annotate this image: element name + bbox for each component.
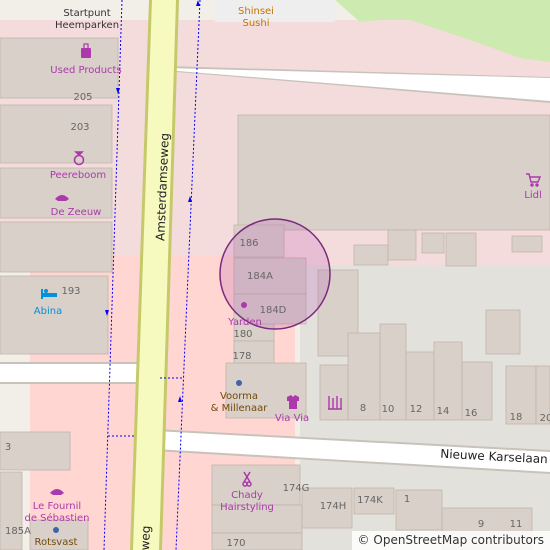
- house-number: 12: [410, 404, 423, 415]
- house-number: 174G: [283, 483, 310, 494]
- poi-label-shinsei[interactable]: Shinsei Sushi: [238, 6, 274, 29]
- building: [387, 229, 417, 261]
- poi-label-abina[interactable]: Abina: [34, 306, 62, 317]
- house-number: 174K: [357, 495, 383, 506]
- house-number: 8: [360, 403, 366, 414]
- house-number: 3: [5, 442, 11, 453]
- map-canvas[interactable]: Amsterdamseweg weg Nieuwe Karselaan 205 …: [0, 0, 550, 550]
- building: [0, 471, 23, 550]
- attribution-link[interactable]: OpenStreetMap contributors: [373, 533, 544, 547]
- map-attribution[interactable]: © OpenStreetMap contributors: [351, 531, 550, 550]
- poi-label-via-via[interactable]: Via Via: [275, 413, 309, 424]
- building: [237, 114, 550, 231]
- house-number: 184A: [247, 271, 273, 282]
- street-label-amsterdamseweg-bottom: weg: [138, 525, 153, 550]
- house-number: 10: [382, 404, 395, 415]
- parking-area: [215, 0, 335, 22]
- poi-label-le-fournil[interactable]: Le Fournil de Sébastien: [24, 501, 89, 524]
- house-number: 20: [540, 413, 550, 424]
- house-number: 9: [478, 519, 484, 530]
- house-number: 170: [226, 538, 245, 549]
- oneway-arrow: [196, 0, 200, 6]
- house-number: 18: [510, 412, 523, 423]
- house-number: 16: [465, 408, 478, 419]
- poi-label-rotsvast[interactable]: Rotsvast: [35, 537, 78, 548]
- building: [319, 364, 349, 421]
- house-number: 180: [233, 329, 252, 340]
- house-number: 185A: [5, 526, 31, 537]
- building: [485, 309, 521, 355]
- building: [511, 235, 543, 253]
- poi-label-used-products[interactable]: Used Products: [50, 65, 121, 76]
- house-number: 184D: [260, 305, 287, 316]
- shop-dot-icon[interactable]: [241, 302, 247, 308]
- house-number: 203: [70, 122, 89, 133]
- house-number: 14: [437, 406, 450, 417]
- office-dot-icon[interactable]: [53, 527, 59, 533]
- house-number: 1: [404, 494, 410, 505]
- poi-label-lidl[interactable]: Lidl: [524, 190, 541, 201]
- poi-label-yarden[interactable]: Yarden: [227, 317, 262, 328]
- building: [353, 244, 389, 266]
- house-number: 205: [73, 92, 92, 103]
- office-dot-icon[interactable]: [236, 380, 242, 386]
- poi-label-startpunt[interactable]: Startpunt Heemparken: [55, 8, 119, 31]
- building: [421, 232, 445, 254]
- house-number: 11: [510, 519, 523, 530]
- building: [445, 232, 477, 267]
- poi-label-de-zeeuw[interactable]: De Zeeuw: [51, 207, 102, 218]
- house-number: 174H: [320, 501, 347, 512]
- building: [0, 221, 113, 273]
- house-number: 178: [232, 351, 251, 362]
- minor-road: [0, 364, 140, 382]
- poi-label-peereboom[interactable]: Peereboom: [50, 170, 106, 181]
- house-number: 193: [61, 286, 80, 297]
- building: [0, 104, 113, 164]
- house-number: 186: [239, 238, 258, 249]
- map-view[interactable]: Amsterdamseweg weg Nieuwe Karselaan 205 …: [0, 0, 550, 550]
- copyright-symbol: ©: [357, 533, 370, 547]
